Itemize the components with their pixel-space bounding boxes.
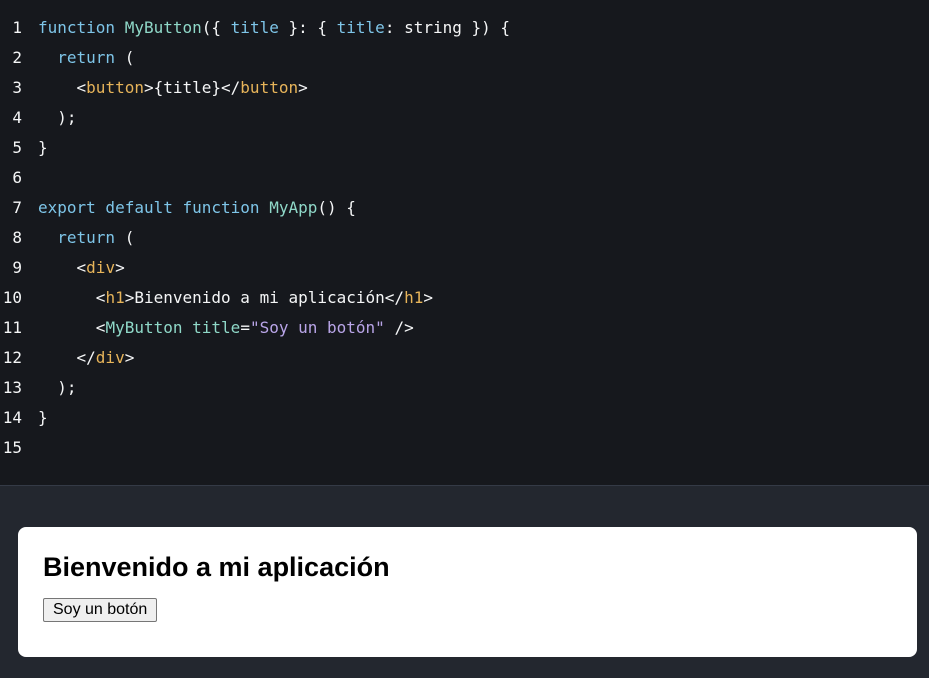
code-token: = bbox=[240, 318, 250, 337]
code-text: ); bbox=[38, 373, 77, 403]
code-token: div bbox=[95, 348, 125, 367]
code-token: >Bienvenido a mi aplicación</ bbox=[124, 288, 405, 307]
line-number: 5 bbox=[12, 138, 22, 157]
code-token: : string }) { bbox=[384, 18, 511, 37]
code-text: return ( bbox=[38, 223, 134, 253]
code-line[interactable]: 12 </div> bbox=[0, 343, 929, 373]
code-token: } bbox=[38, 408, 48, 427]
code-token: MyButton bbox=[105, 318, 183, 337]
line-number: 1 bbox=[12, 18, 22, 37]
code-token: div bbox=[86, 258, 116, 277]
line-number: 3 bbox=[12, 78, 22, 97]
code-line[interactable]: 8 return ( bbox=[0, 223, 929, 253]
line-number: 15 bbox=[2, 438, 22, 457]
code-line[interactable]: 15 bbox=[0, 433, 929, 463]
code-token: } bbox=[38, 138, 48, 157]
code-token: "Soy un botón" bbox=[249, 318, 385, 337]
code-token: MyButton bbox=[124, 18, 202, 37]
line-number: 4 bbox=[12, 108, 22, 127]
line-number: 14 bbox=[2, 408, 22, 427]
code-token: < bbox=[38, 78, 87, 97]
code-token: return bbox=[57, 48, 116, 67]
code-line[interactable]: 5} bbox=[0, 133, 929, 163]
code-text: return ( bbox=[38, 43, 134, 73]
preview-heading: Bienvenido a mi aplicación bbox=[43, 552, 390, 582]
line-number: 8 bbox=[12, 228, 22, 247]
code-line[interactable]: 2 return ( bbox=[0, 43, 929, 73]
code-token: > bbox=[298, 78, 308, 97]
code-token: < bbox=[38, 288, 106, 307]
line-number: 12 bbox=[2, 348, 22, 367]
line-number: 9 bbox=[12, 258, 22, 277]
code-line[interactable]: 3 <button>{title}</button> bbox=[0, 73, 929, 103]
code-token: function bbox=[38, 18, 125, 37]
code-line[interactable]: 9 <div> bbox=[0, 253, 929, 283]
code-token: title bbox=[192, 318, 241, 337]
code-token: button bbox=[240, 78, 299, 97]
code-text: function MyButton({ title }: { title: st… bbox=[38, 13, 510, 43]
code-token: < bbox=[38, 318, 106, 337]
code-text: </div> bbox=[38, 343, 135, 373]
code-token: export default function bbox=[38, 198, 270, 217]
preview-panel: Bienvenido a mi aplicación Soy un botón bbox=[18, 527, 917, 657]
code-line[interactable]: 4 ); bbox=[0, 103, 929, 133]
code-token: >{title}</ bbox=[143, 78, 241, 97]
code-line[interactable]: 7 export default function MyApp() { bbox=[0, 193, 929, 223]
code-token: > bbox=[124, 348, 135, 367]
code-text: export default function MyApp() { bbox=[38, 193, 356, 223]
code-token: MyApp bbox=[269, 198, 318, 217]
code-line[interactable]: 11 <MyButton title="Soy un botón" /> bbox=[0, 313, 929, 343]
line-number: 11 bbox=[2, 318, 22, 337]
code-token: ); bbox=[38, 378, 77, 397]
line-number: 13 bbox=[2, 378, 22, 397]
code-line[interactable]: 1 function MyButton({ title }: { title: s… bbox=[0, 13, 929, 43]
code-line[interactable]: 6 bbox=[0, 163, 929, 193]
code-text: <MyButton title="Soy un botón" /> bbox=[38, 313, 414, 343]
code-text: ); bbox=[38, 103, 77, 133]
code-editor[interactable]: 1 function MyButton({ title }: { title: s… bbox=[0, 0, 929, 486]
code-text: } bbox=[38, 133, 48, 163]
code-token: < bbox=[38, 258, 87, 277]
code-text: <div> bbox=[38, 253, 125, 283]
code-text: } bbox=[38, 403, 48, 433]
code-line[interactable]: 10 <h1>Bienvenido a mi aplicación</h1> bbox=[0, 283, 929, 313]
code-token: /> bbox=[384, 318, 414, 337]
code-token: return bbox=[57, 228, 116, 247]
line-number: 2 bbox=[12, 48, 22, 67]
code-token: title bbox=[336, 18, 385, 37]
code-token: }: { bbox=[278, 18, 337, 37]
line-number: 7 bbox=[12, 198, 22, 217]
code-token: > bbox=[423, 288, 433, 307]
code-token: </ bbox=[38, 348, 96, 367]
code-line[interactable]: 14} bbox=[0, 403, 929, 433]
code-token: h1 bbox=[404, 288, 424, 307]
code-token: ); bbox=[38, 108, 77, 127]
code-token: () { bbox=[317, 198, 356, 217]
code-text: <button>{title}</button> bbox=[38, 73, 308, 103]
line-number: 10 bbox=[2, 288, 22, 307]
line-number: 6 bbox=[12, 168, 22, 187]
code-token: ( bbox=[115, 228, 135, 247]
code-token: ({ bbox=[201, 18, 231, 37]
code-line[interactable]: 13 ); bbox=[0, 373, 929, 403]
preview-button[interactable]: Soy un botón bbox=[43, 598, 158, 622]
code-token: > bbox=[115, 258, 125, 277]
code-token: title bbox=[230, 18, 279, 37]
code-token: ( bbox=[115, 48, 135, 67]
code-token: button bbox=[86, 78, 144, 97]
code-token: h1 bbox=[105, 288, 125, 307]
code-text: <h1>Bienvenido a mi aplicación</h1> bbox=[38, 283, 433, 313]
